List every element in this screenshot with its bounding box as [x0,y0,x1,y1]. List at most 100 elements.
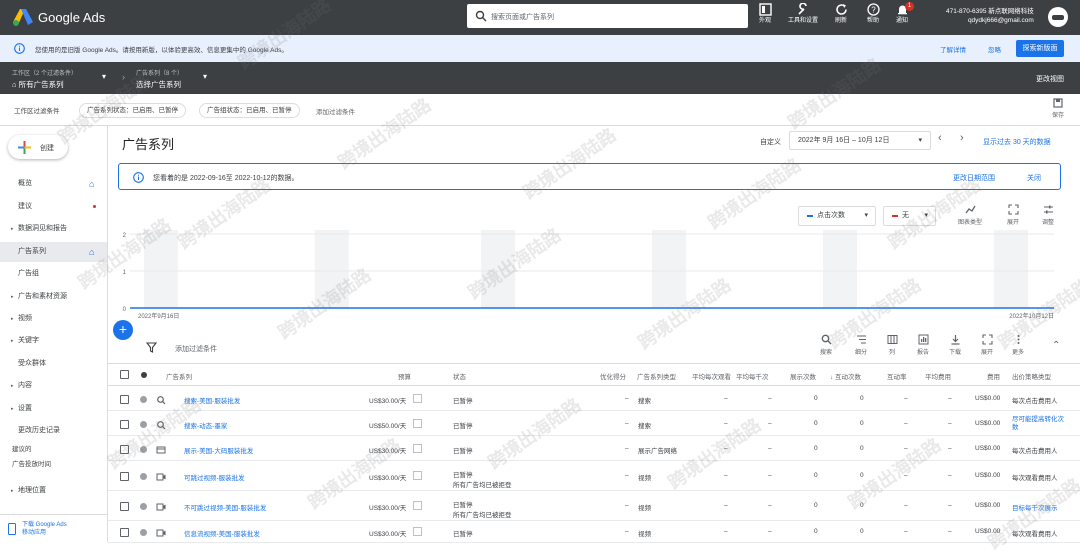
chevron-down-icon[interactable]: ▾ [102,72,106,81]
filter-icon[interactable] [146,342,157,353]
table-row[interactable]: 可跳过视频-服装批发 US$30.00/天 已暂停 视频 – – – 0 0 – – US$0.00 每… [108,461,1080,491]
more-tool-button[interactable]: 更多 [1005,334,1031,356]
select-all-checkbox[interactable] [120,370,129,379]
col-avg-cost[interactable]: 平均费用 [925,371,951,381]
campaign-name[interactable]: 信息流视频-美国-服装批发 [184,528,260,538]
workspace-selector[interactable]: 工作区（2 个过滤条件） ⌂ 所有广告系列 [12,68,77,90]
google-ads-logo-icon[interactable] [13,8,33,26]
chart-adjust-button[interactable]: 调整 [1035,204,1061,226]
campaign-selector[interactable]: 广告系列（8 个） 选择广告系列 [136,68,183,90]
report-tool-button[interactable]: 报告 [910,334,936,356]
col-avg-cpv[interactable]: 平均每次观看 [692,371,731,381]
row-checkbox[interactable] [120,502,129,511]
chart-budget-icon[interactable] [413,394,422,403]
campaign-name[interactable]: 不可跳过视频-美国-服装批发 [184,502,266,512]
refresh-button[interactable]: 刷新 [824,3,858,33]
metric1-dropdown[interactable]: 点击次数 ▾ [798,206,876,226]
chart-expand-button[interactable]: 展开 [1000,204,1026,226]
table-row[interactable]: 信息流视频-美国-服装批发 US$30.00/天 已暂停 视频 – – – 0 0 – – US$0.… [108,521,1080,543]
show-last-30-days-link[interactable]: 显示过去 30 天的数据 [983,137,1051,147]
col-opt-score[interactable]: 优化得分 [600,371,626,381]
save-button[interactable]: 保存 [1048,98,1068,119]
sidebar-item[interactable]: ▸ 视频 [0,309,107,329]
sidebar-item[interactable]: 概览 ⌂ [0,174,107,194]
row-checkbox[interactable] [120,472,129,481]
col-interactions[interactable]: ↓ 互动次数 [830,371,861,381]
next-period-icon[interactable]: › [960,132,964,144]
campaign-name[interactable]: 可跳过视频-服装批发 [184,472,245,482]
sidebar-item[interactable]: ▸ 设置 [0,399,107,419]
account-info[interactable]: 471-870-6395 新点联网络科技 qdydkj666@gmail.com [946,7,1034,25]
sidebar-item[interactable]: 广告组 [0,264,107,284]
prev-period-icon[interactable]: ‹ [938,132,942,144]
campaign-name[interactable]: 搜索-美国-服装批发 [184,395,240,405]
columns-tool-button[interactable]: 列 [879,334,905,356]
date-range-picker[interactable]: 2022年 9月 16日 – 10月 12日 ▾ [789,131,931,150]
campaign-name[interactable]: 展示-美国-大码服装批发 [184,445,253,455]
download-tool-button[interactable]: 下载 [942,334,968,356]
sidebar-item[interactable]: ▸ 数据洞见和报告 [0,219,107,239]
change-view-link[interactable]: 更改视图 [1036,74,1064,84]
add-fab-button[interactable]: + [113,320,133,340]
chart-budget-icon[interactable] [413,471,422,480]
segment-tool-button[interactable]: 细分 [848,334,874,356]
table-row[interactable]: 展示-美国-大码服装批发 US$30.00/天 已暂停 展示广告网络 – – – 0 0 – – US… [108,436,1080,461]
change-date-range-link[interactable]: 更改日期范围 [953,173,995,183]
chart-budget-icon[interactable] [413,444,422,453]
chart-budget-icon[interactable] [413,527,422,536]
sidebar-item[interactable]: ▸ 广告和素材资源 [0,287,107,307]
row-checkbox[interactable] [120,445,129,454]
row-checkbox[interactable] [120,528,129,537]
campaign-name[interactable]: 搜索-动态-墨家 [184,420,227,430]
close-banner-link[interactable]: 关闭 [1027,173,1041,183]
expand-tool-button[interactable]: 展开 [974,334,1000,356]
add-filter-link[interactable]: 添加过滤条件 [316,106,355,116]
sidebar-item[interactable]: 更改历史记录 [0,421,107,441]
filter-chip-campaign-status[interactable]: 广告系列状态：已启用、已暂停 [79,103,186,118]
notifications-button[interactable]: 通知 1 [885,2,919,33]
sidebar-item[interactable]: ▸ 关键字 [0,331,107,351]
create-button[interactable]: 创建 [8,135,68,159]
col-avg-cpm[interactable]: 平均每千次 [736,371,769,381]
filter-chip-adgroup-status[interactable]: 广告组状态：已启用、已暂停 [199,103,300,118]
avg-cpm-value: – [768,502,772,509]
avatar[interactable] [1048,7,1068,27]
sidebar-item[interactable]: 建议的 [0,443,107,457]
sidebar-item[interactable]: 广告投放时间 [0,458,107,472]
col-bid-strategy[interactable]: 出价策略类型 [1012,371,1051,381]
row-checkbox[interactable] [120,395,129,404]
col-interaction-rate[interactable]: 互动率 [887,371,907,381]
table-row[interactable]: 搜索-动态-墨家 US$50.00/天 已暂停 搜索 – – – 0 0 – – US$0.00 尽可能… [108,411,1080,436]
chart-budget-icon[interactable] [413,501,422,510]
search-box[interactable]: 搜索页面或广告系列 [467,4,748,28]
phone-icon [8,523,16,535]
sidebar-item[interactable]: 建议 [0,197,107,217]
chart-type-button[interactable]: 图表类型 [956,204,984,226]
col-status[interactable]: 状态 [453,371,466,381]
metric2-dropdown[interactable]: 无 ▾ [883,206,936,226]
tools-button[interactable]: 工具和设置 [786,3,820,33]
col-campaign[interactable]: 广告系列 [166,371,192,381]
add-table-filter[interactable]: 添加过滤条件 [175,344,217,354]
chevron-down-icon[interactable]: ▾ [203,72,207,81]
col-impressions[interactable]: 展示次数 [790,371,816,381]
explore-new-button[interactable]: 探索新版面 [1016,40,1064,57]
table-row[interactable]: 不可跳过视频-美国-服装批发 US$30.00/天 已暂停 视频 – – – 0 0 – – US$0… [108,491,1080,521]
collapse-icon[interactable]: ⌃ [1052,340,1060,351]
col-budget[interactable]: 预算 [398,371,411,381]
col-cost[interactable]: 费用 [987,371,1000,381]
sidebar-item[interactable]: ▸ 内容 [0,376,107,396]
table-row[interactable]: 搜索-美国-服装批发 US$30.00/天 已暂停 搜索 – – – 0 0 – – US$0.00 每… [108,386,1080,411]
appearance-button[interactable]: 外观 [748,3,782,33]
row-checkbox[interactable] [120,420,129,429]
learn-more-link[interactable]: 了解详情 [940,44,966,54]
sidebar-item[interactable]: 广告系列 ⌂ [0,242,107,262]
ignore-link[interactable]: 忽略 [988,44,1001,54]
chart-budget-icon[interactable] [413,419,422,428]
mobile-app-promo[interactable]: 下载 Google Ads 移动应用 [0,514,107,542]
col-campaign-type[interactable]: 广告系列类型 [637,371,676,381]
sidebar-item[interactable]: 受众群体 [0,354,107,374]
impressions-value: 0 [814,502,818,509]
sidebar-item[interactable]: ▸ 地理位置 [0,481,107,501]
search-tool-button[interactable]: 搜索 [813,334,839,356]
